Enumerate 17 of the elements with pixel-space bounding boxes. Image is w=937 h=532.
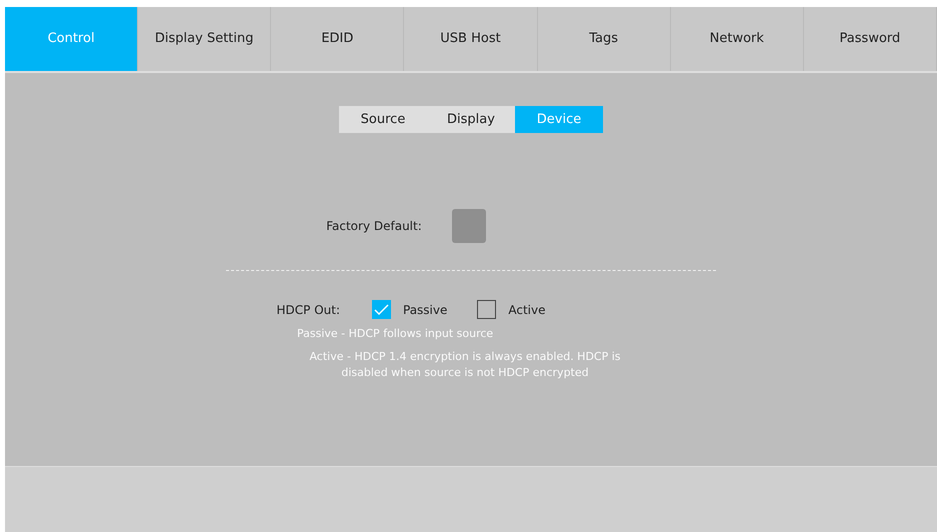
nav-tab[interactable]: Display Setting <box>138 7 272 71</box>
checkbox[interactable] <box>372 300 391 319</box>
sub-tab[interactable]: Source <box>339 106 427 133</box>
field-label: Factory Default: <box>326 218 422 235</box>
nav-tab[interactable]: USB Host <box>404 7 538 71</box>
field-label: HDCP Out: <box>276 302 340 318</box>
nav-tab[interactable]: Network <box>670 7 804 71</box>
help-text: Active - HDCP 1.4 encryption is always enabled. HDCP is disabled when source is not HDCP encrypted <box>308 348 622 380</box>
option-label: Passive <box>403 302 448 318</box>
factory-default-button[interactable] <box>452 209 486 243</box>
nav-tab[interactable]: EDID <box>271 7 404 71</box>
sub-tab[interactable]: Display <box>427 106 515 133</box>
option-label: Active <box>508 302 546 318</box>
checkbox[interactable] <box>477 300 496 319</box>
help-text: Passive - HDCP follows input source <box>297 326 494 342</box>
nav-tab[interactable]: Password <box>804 7 937 71</box>
nav-tab[interactable]: Tags <box>538 7 671 71</box>
